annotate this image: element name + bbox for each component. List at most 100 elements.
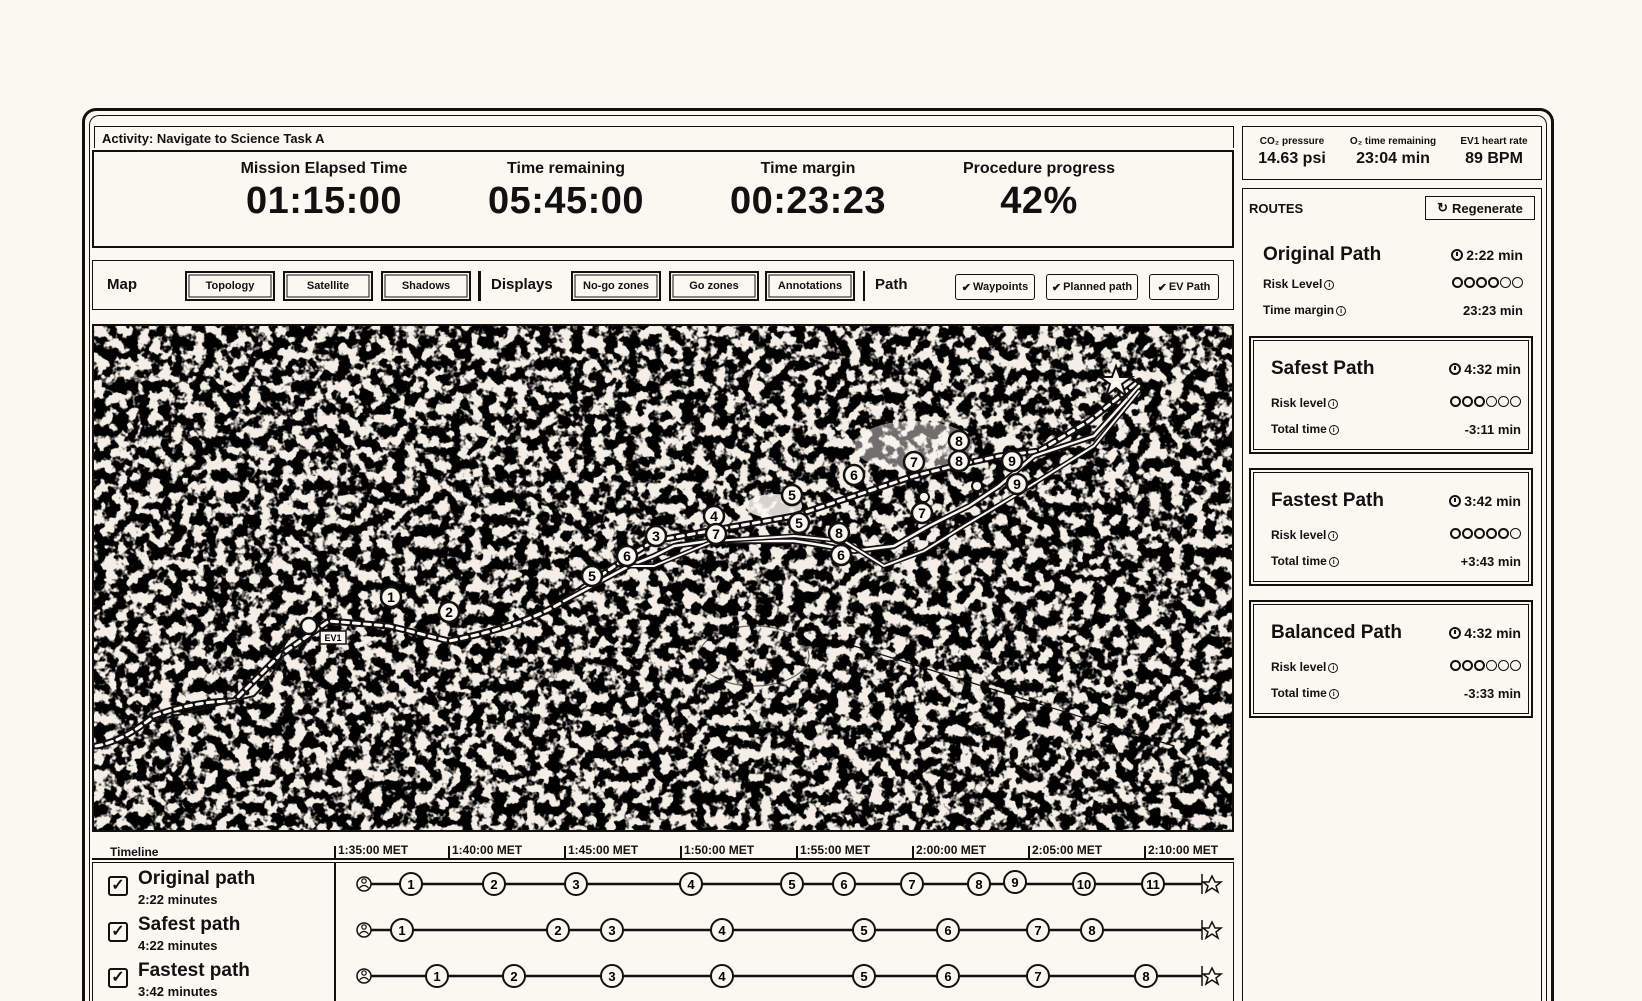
risk-label: Risk level [1271, 660, 1327, 674]
original-path-checkbox[interactable]: ✓ [108, 876, 128, 896]
waypoint-marker[interactable]: 6 [829, 543, 853, 567]
ev-path-toggle[interactable]: ✔ EV Path [1149, 274, 1219, 300]
timeline-waypoint[interactable]: 5 [852, 964, 876, 988]
topology-button[interactable]: Topology [185, 271, 275, 301]
info-icon[interactable]: i [1328, 556, 1339, 567]
svg-text:7: 7 [918, 505, 926, 521]
timeline-waypoint[interactable]: 8 [967, 872, 991, 896]
timeline-waypoint[interactable]: 1 [399, 872, 423, 896]
svg-text:7: 7 [910, 454, 918, 470]
timeline-waypoint[interactable]: 7 [900, 872, 924, 896]
route-time-value: 3:42 min [1464, 493, 1521, 509]
timeline-waypoint[interactable]: 4 [679, 872, 703, 896]
waypoint-marker[interactable]: 8 [947, 449, 971, 473]
waypoint-marker[interactable]: 5 [780, 483, 804, 507]
timeline-waypoint[interactable]: 4 [710, 964, 734, 988]
info-icon[interactable]: i [1328, 688, 1339, 699]
risk-dots [1450, 396, 1521, 407]
fastest-path-checkbox[interactable]: ✓ [108, 968, 128, 988]
timeline-waypoint[interactable]: 6 [936, 964, 960, 988]
timeline-waypoint[interactable]: 4 [710, 918, 734, 942]
timeline-waypoint[interactable]: 3 [600, 964, 624, 988]
timeline-waypoint[interactable]: 3 [600, 918, 624, 942]
timeline-waypoint[interactable]: 5 [852, 918, 876, 942]
waypoint-marker[interactable]: 7 [910, 501, 934, 525]
waypoint-marker[interactable]: 7 [704, 522, 728, 546]
info-icon[interactable]: i [1336, 305, 1347, 316]
timeline-waypoint[interactable]: 6 [832, 872, 856, 896]
timeline-waypoint[interactable]: 7 [1026, 918, 1050, 942]
info-icon[interactable]: i [1324, 279, 1335, 290]
timeline-waypoint[interactable]: 6 [936, 918, 960, 942]
total-label: Total time [1271, 422, 1327, 436]
svg-text:1: 1 [387, 589, 395, 605]
route-safest[interactable]: Safest Path 4:32 min Risk level i Total t… [1249, 336, 1533, 454]
ev1-marker[interactable] [299, 616, 319, 636]
waypoints-toggle-label: Waypoints [973, 281, 1029, 293]
timeline-waypoint[interactable]: 11 [1141, 872, 1165, 896]
info-icon[interactable]: i [1328, 662, 1339, 673]
mission-stats-panel: Mission Elapsed Time 01:15:00 Time remai… [92, 150, 1234, 248]
satellite-button[interactable]: Satellite [283, 271, 373, 301]
timeline-waypoint[interactable]: 2 [502, 964, 526, 988]
waypoint-marker[interactable]: 5 [580, 564, 604, 588]
waypoint-marker[interactable]: 1 [379, 585, 403, 609]
waypoints-toggle[interactable]: ✔ Waypoints [955, 274, 1035, 300]
timeline-waypoint[interactable]: 9 [1003, 870, 1027, 894]
waypoint-marker[interactable]: 9 [1000, 449, 1024, 473]
timeline-waypoint[interactable]: 8 [1134, 964, 1158, 988]
svg-text:2: 2 [554, 923, 561, 938]
route-risk-row: Risk level i [1271, 396, 1521, 410]
timeline-waypoint[interactable]: 1 [390, 918, 414, 942]
timeline-waypoint[interactable]: 1 [425, 964, 449, 988]
info-icon[interactable]: i [1328, 398, 1339, 409]
planned-path-toggle[interactable]: ✔ Planned path [1046, 274, 1138, 300]
info-icon[interactable]: i [1328, 424, 1339, 435]
risk-dot-empty [1498, 396, 1509, 407]
risk-label: Risk level [1271, 396, 1327, 410]
timeline-waypoint[interactable]: 8 [1080, 918, 1104, 942]
shadows-button[interactable]: Shadows [381, 271, 471, 301]
timeline-waypoint[interactable]: 10 [1072, 872, 1096, 896]
svg-text:1: 1 [407, 877, 414, 892]
route-time: 2:22 min [1451, 247, 1523, 263]
timeline-waypoint[interactable]: 3 [564, 872, 588, 896]
route-risk-row: Risk level i [1271, 660, 1521, 674]
stat-value: 05:45:00 [487, 180, 645, 222]
waypoint-marker[interactable]: 5 [787, 511, 811, 535]
waypoint-marker[interactable]: 6 [615, 544, 639, 568]
svg-text:6: 6 [944, 923, 951, 938]
go-zones-button[interactable]: Go zones [669, 271, 759, 301]
waypoint-marker[interactable]: 8 [827, 521, 851, 545]
timeline-waypoint[interactable]: 2 [546, 918, 570, 942]
waypoint-marker[interactable]: 3 [644, 524, 668, 548]
waypoint-marker[interactable]: 7 [902, 450, 926, 474]
svg-text:7: 7 [1034, 923, 1041, 938]
waypoint-marker[interactable]: 6 [842, 463, 866, 487]
timeline-waypoint[interactable]: 5 [780, 872, 804, 896]
terrain-map-canvas: EV1 1 2 3 4 5 6 7 8 9 5 6 7 5 8 6 7 8 9 [94, 326, 1232, 830]
route-balanced[interactable]: Balanced Path 4:32 min Risk level i Total… [1249, 600, 1533, 718]
timeline-tick-mark [680, 846, 682, 860]
waypoint-dot [971, 480, 983, 492]
timeline-tracks: 1 2 3 4 5 6 7 8 9 10 11 1 2 3 4 5 6 7 8 … [356, 870, 1224, 988]
terrain-map[interactable]: EV1 1 2 3 4 5 6 7 8 9 5 6 7 5 8 6 7 8 9 [92, 324, 1234, 832]
route-fastest[interactable]: Fastest Path 3:42 min Risk level i Total … [1249, 468, 1533, 586]
sensor-co2: CO₂ pressure 14.63 psi [1247, 136, 1337, 168]
no-go-zones-button[interactable]: No-go zones [571, 271, 661, 301]
waypoint-marker[interactable]: 9 [1005, 472, 1029, 496]
timeline-waypoint[interactable]: 7 [1026, 964, 1050, 988]
waypoint-marker[interactable]: 8 [947, 429, 971, 453]
regenerate-button[interactable]: ↻ Regenerate [1425, 196, 1535, 220]
annotations-button[interactable]: Annotations [765, 271, 855, 301]
timeline-row-duration: 3:42 minutes [138, 984, 218, 999]
waypoint-marker[interactable]: 2 [437, 600, 461, 624]
timeline-divider [334, 862, 336, 1001]
info-icon[interactable]: i [1328, 530, 1339, 541]
map-toolbar: Map Topology Satellite Shadows Displays … [92, 260, 1234, 310]
route-original[interactable]: Original Path 2:22 min Risk Level i Time … [1249, 236, 1533, 326]
safest-path-checkbox[interactable]: ✓ [108, 922, 128, 942]
timeline-waypoint[interactable]: 2 [482, 872, 506, 896]
stat-time-margin: Time margin 00:23:23 [708, 160, 908, 223]
risk-dots [1450, 660, 1521, 671]
